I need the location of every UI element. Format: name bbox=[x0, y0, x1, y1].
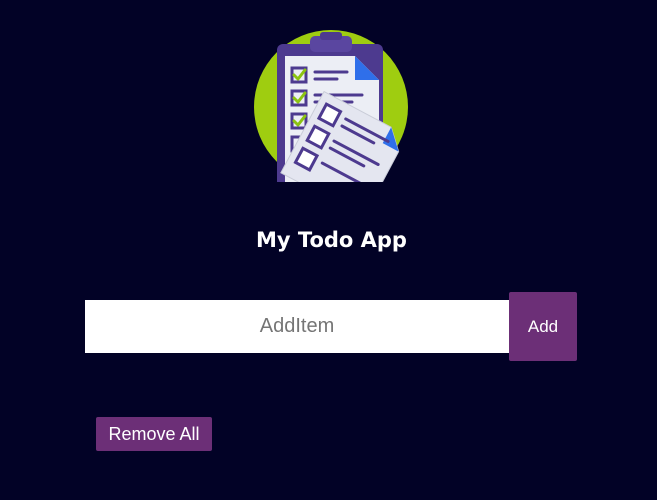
todo-checklist-icon bbox=[254, 30, 408, 182]
add-button[interactable]: Add bbox=[509, 292, 577, 361]
app-page: My Todo App Add Remove All bbox=[0, 0, 657, 500]
page-title: My Todo App bbox=[256, 228, 407, 252]
add-item-input[interactable] bbox=[85, 300, 509, 353]
remove-all-button[interactable]: Remove All bbox=[96, 417, 212, 451]
